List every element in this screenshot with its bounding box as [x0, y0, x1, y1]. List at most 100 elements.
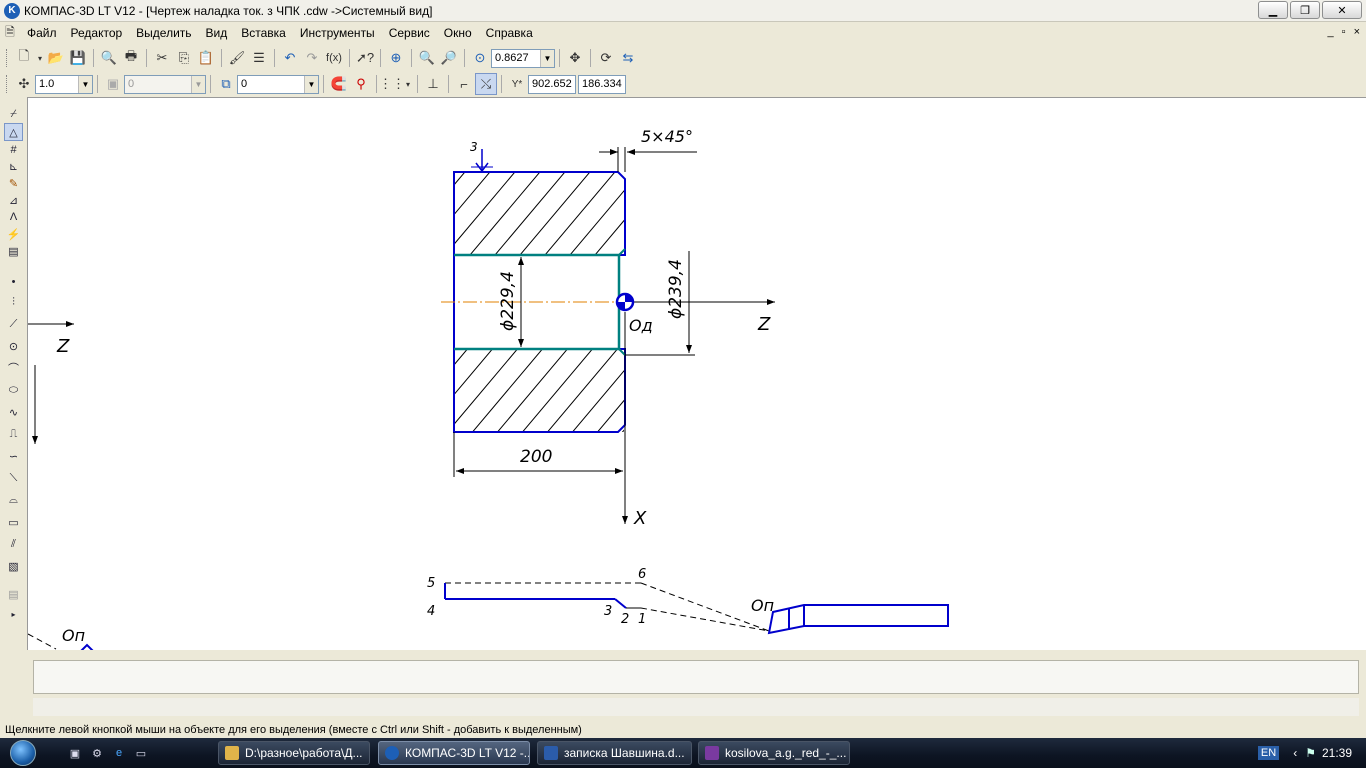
parametrization-icon[interactable]: ⊿	[4, 191, 23, 209]
more-tools-icon[interactable]: ▸	[4, 605, 23, 623]
line-scale-combo[interactable]: 1.0 ▼	[35, 74, 93, 94]
clock[interactable]: 21:39	[1322, 746, 1352, 760]
pan-icon[interactable]: ✥	[564, 47, 586, 69]
doc-restore-button[interactable]: ▫	[1342, 26, 1346, 38]
paste-icon[interactable]: 📋	[195, 47, 217, 69]
print-preview-icon[interactable]: 🔍	[98, 47, 120, 69]
ellipse-icon[interactable]: ⬭	[4, 381, 23, 399]
cut-icon[interactable]: ✂	[151, 47, 173, 69]
toolbar-grip[interactable]	[6, 49, 9, 67]
menu-view[interactable]: Вид	[199, 26, 235, 40]
start-button[interactable]	[4, 739, 42, 767]
drawing-canvas[interactable]: 5×45° 3 ϕ229,4 ϕ239,4 200 Од Z X Z 5 6 4…	[27, 97, 1366, 651]
snap-magnet-icon[interactable]: 🧲	[328, 73, 350, 95]
grid-icon[interactable]: ⋮⋮	[379, 73, 405, 95]
variables-fx-icon[interactable]: f(x)	[323, 47, 345, 69]
reports-icon[interactable]: ▤	[4, 242, 23, 260]
doc-close-button[interactable]: ×	[1354, 26, 1360, 38]
property-panel-content[interactable]	[33, 660, 1359, 694]
zoom-combo[interactable]: 0.8627 ▼	[491, 48, 555, 68]
local-snap-icon[interactable]: ⚲	[350, 73, 372, 95]
selection-icon[interactable]: ⚡	[4, 225, 23, 243]
rectangle-icon[interactable]: ▭	[4, 513, 23, 531]
local-cs-icon[interactable]: ⊥	[422, 73, 444, 95]
dimensions-icon[interactable]: ⊾	[4, 157, 23, 175]
minimize-button[interactable]: ▁	[1258, 1, 1288, 19]
tool-path[interactable]: 5 6 4 3 2 1	[427, 567, 770, 632]
bezier-icon[interactable]: ∽	[4, 447, 23, 465]
task-kompas[interactable]: КОМПАС-3D LT V12 -...	[378, 741, 530, 765]
copy-icon[interactable]: ⎘	[173, 47, 195, 69]
cutting-tool[interactable]: Оп	[751, 596, 949, 635]
language-indicator[interactable]: EN	[1257, 746, 1280, 760]
x-coordinate-field[interactable]: 902.652	[528, 74, 576, 94]
zoom-out-icon[interactable]: 🔎	[438, 47, 460, 69]
fillet-icon[interactable]: ⌓	[4, 491, 23, 509]
geometry-panel-icon[interactable]: ⌿	[4, 105, 23, 123]
show-desktop-icon[interactable]: ▭	[132, 744, 150, 762]
refresh-view-icon[interactable]: ⟳	[595, 47, 617, 69]
drawing-svg[interactable]: 5×45° 3 ϕ229,4 ϕ239,4 200 Од Z X Z 5 6 4…	[28, 98, 1366, 651]
open-folder-icon[interactable]: 📂	[45, 47, 67, 69]
polyline-icon[interactable]: ⎍	[4, 425, 23, 443]
quicklaunch-kompas-icon[interactable]: ▣	[66, 744, 84, 762]
menu-insert[interactable]: Вставка	[234, 26, 293, 40]
menu-service[interactable]: Сервис	[382, 26, 437, 40]
properties-icon[interactable]: ☰	[248, 47, 270, 69]
menu-help[interactable]: Справка	[479, 26, 540, 40]
menu-file[interactable]: Файл	[20, 26, 64, 40]
task-visual-studio[interactable]: kosilova_a.g._red_-_...	[698, 741, 850, 765]
task-explorer[interactable]: D:\разное\работа\Д...	[218, 741, 370, 765]
save-icon[interactable]: 💾	[67, 47, 89, 69]
menu-edit[interactable]: Редактор	[64, 26, 130, 40]
regenerate-icon[interactable]: ⇆	[617, 47, 639, 69]
zoom-window-icon[interactable]: ⊕	[385, 47, 407, 69]
menu-window[interactable]: Окно	[437, 26, 479, 40]
chevron-down-icon[interactable]: ▼	[78, 75, 92, 93]
new-dropdown-icon[interactable]: ▾	[35, 47, 45, 69]
ortho-mode-icon[interactable]: ⌐	[453, 73, 475, 95]
zoom-scale-icon[interactable]: ⊙	[469, 47, 491, 69]
grid-dropdown-icon[interactable]: ▾	[403, 73, 413, 95]
outer-diameter-dimension[interactable]: ϕ239,4	[625, 251, 695, 356]
part-origin-symbol[interactable]	[615, 292, 635, 312]
restore-button[interactable]: ❐	[1290, 1, 1320, 19]
equidistant-icon[interactable]: ⫽	[4, 535, 23, 553]
snap-step-icon[interactable]: ✣	[13, 73, 35, 95]
internet-explorer-icon[interactable]: e	[110, 744, 128, 762]
tray-expand-icon[interactable]: ‹	[1293, 746, 1297, 760]
length-dimension[interactable]: 200	[453, 432, 623, 477]
help-pointer-icon[interactable]: ➚?	[354, 47, 376, 69]
menu-tools[interactable]: Инструменты	[293, 26, 382, 40]
segment-icon[interactable]: ⟋	[4, 315, 23, 333]
toolbar-grip[interactable]	[6, 75, 9, 93]
measure-icon[interactable]: Λ	[4, 208, 23, 226]
edit-icon[interactable]: ✎	[4, 174, 23, 192]
circle-icon[interactable]: ⊙	[4, 337, 23, 355]
point-icon[interactable]: •	[4, 273, 23, 291]
close-button[interactable]: ✕	[1322, 1, 1362, 19]
chamfer-dimension[interactable]: 5×45°	[599, 127, 697, 172]
doc-minimize-button[interactable]: _	[1328, 26, 1334, 38]
chamfer-icon[interactable]: ⟍	[4, 469, 23, 487]
document-icon[interactable]: 🗎	[0, 22, 20, 44]
surface-marker-3[interactable]: 3	[470, 140, 493, 173]
flag-icon[interactable]: ⚑	[1305, 746, 1316, 760]
menu-select[interactable]: Выделить	[129, 26, 198, 40]
arc-icon[interactable]: ⌒	[4, 359, 23, 377]
round-coords-icon[interactable]: ⤯	[475, 73, 497, 95]
new-file-icon[interactable]: 🗋	[13, 47, 35, 69]
spline-icon[interactable]: ∿	[4, 403, 23, 421]
zoom-in-icon[interactable]: 🔍	[416, 47, 438, 69]
task-word[interactable]: записка Шавшина.d...	[537, 741, 692, 765]
layer-icon[interactable]: ⧉	[215, 73, 237, 95]
undo-icon[interactable]: ↶	[279, 47, 301, 69]
auxiliary-line-icon[interactable]: ⫶	[4, 293, 23, 311]
y-coordinate-field[interactable]: 186.334	[578, 74, 626, 94]
hatch-icon[interactable]: ▧	[4, 557, 23, 575]
quicklaunch-app-icon[interactable]: ⚙	[88, 744, 106, 762]
layer-combo[interactable]: 0 ▼	[237, 74, 319, 94]
format-brush-icon[interactable]: 🖌	[226, 47, 248, 69]
print-icon[interactable]: 🖶	[120, 47, 142, 69]
redo-icon[interactable]: ↷	[301, 47, 323, 69]
